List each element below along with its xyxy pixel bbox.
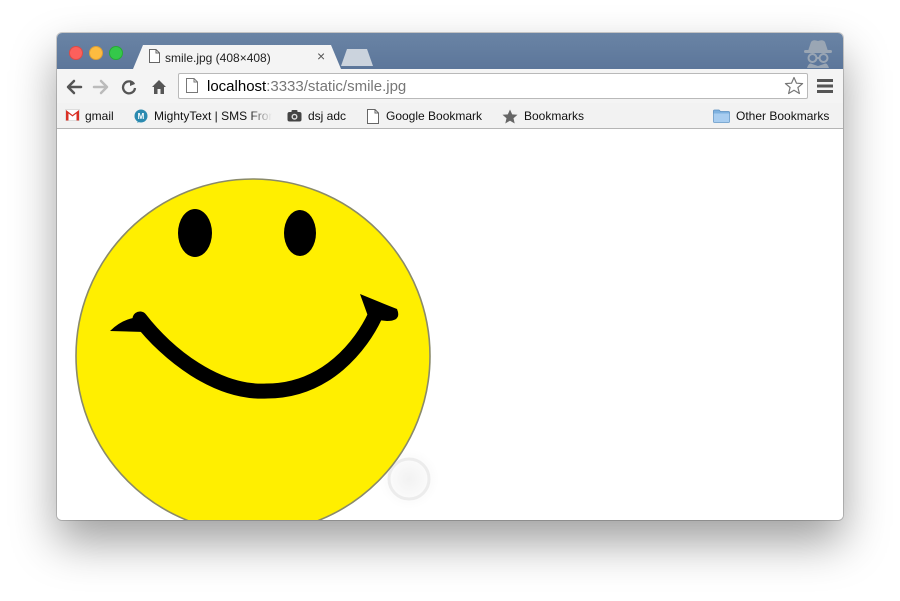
mightytext-icon: M: [134, 109, 148, 123]
new-tab-button[interactable]: [341, 49, 373, 66]
bookmark-bookmarks[interactable]: Bookmarks: [502, 108, 590, 124]
tab-smile-jpg[interactable]: smile.jpg (408×408) ×: [133, 45, 341, 69]
left-eye: [178, 209, 212, 257]
bookmark-star-icon[interactable]: [784, 76, 804, 96]
bookmark-label: gmail: [85, 109, 114, 123]
tab-title: smile.jpg (408×408): [165, 51, 271, 65]
other-bookmarks-label: Other Bookmarks: [736, 109, 830, 123]
url-host: localhost: [207, 78, 267, 95]
right-eye: [284, 210, 316, 256]
gmail-icon: [65, 109, 80, 121]
star-icon: [502, 109, 518, 124]
reload-icon[interactable]: [120, 78, 138, 96]
close-window-button[interactable]: [69, 46, 83, 60]
hamburger-menu-icon[interactable]: [817, 79, 833, 93]
bookmark-google-bookmark[interactable]: Google Bookmark: [367, 108, 489, 124]
page-content: [57, 129, 843, 520]
bookmark-label: Bookmarks: [524, 109, 585, 123]
folder-icon: [713, 109, 730, 123]
bookmark-label: Google Bookmark: [386, 109, 483, 123]
bookmark-label: dsj adc: [308, 109, 347, 123]
home-icon[interactable]: [150, 78, 168, 96]
smiley-face: [75, 178, 431, 520]
page-icon: [149, 49, 160, 63]
bookmark-mightytext[interactable]: M MightyText | SMS From PC & Tablet: [133, 108, 273, 124]
toolbar: localhost:3333/static/smile.jpg: [57, 69, 843, 103]
other-bookmarks-folder[interactable]: Other Bookmarks: [713, 108, 835, 124]
title-bar: smile.jpg (408×408) ×: [57, 33, 843, 69]
page-icon: [367, 109, 379, 124]
page-icon: [186, 78, 198, 93]
forward-arrow-icon[interactable]: [92, 78, 110, 96]
tab-close-icon[interactable]: ×: [317, 48, 325, 64]
url-path: :3333/static/smile.jpg: [266, 78, 407, 95]
back-arrow-icon[interactable]: [65, 78, 83, 96]
maximize-window-button[interactable]: [109, 46, 123, 60]
smiley-face-image: [75, 178, 439, 520]
bookmark-gmail[interactable]: gmail: [65, 108, 119, 124]
address-bar[interactable]: localhost:3333/static/smile.jpg: [178, 73, 808, 99]
bookmark-label: MightyText | SMS From PC & Tablet: [154, 109, 272, 123]
url-text: localhost:3333/static/smile.jpg: [207, 78, 406, 95]
browser-window: smile.jpg (408×408) × localhost:3333/sta…: [57, 33, 843, 520]
bookmark-dsj-adc[interactable]: dsj adc: [287, 108, 353, 124]
camera-icon: [287, 110, 302, 122]
bookmarks-bar: gmail M MightyText | SMS From PC & Table…: [57, 103, 843, 129]
incognito-icon: [804, 40, 832, 68]
minimize-window-button[interactable]: [89, 46, 103, 60]
svg-text:M: M: [138, 112, 145, 121]
